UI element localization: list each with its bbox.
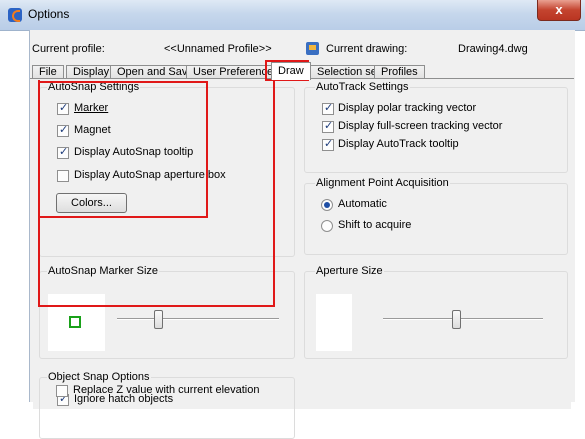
polar-tracking-label: Display polar tracking vector xyxy=(338,102,477,114)
title-bar[interactable]: Options x xyxy=(0,0,585,31)
window-title: Options xyxy=(28,7,70,21)
polar-tracking-checkbox[interactable] xyxy=(322,101,334,115)
shift-to-acquire-label: Shift to acquire xyxy=(338,219,412,231)
app-icon xyxy=(8,8,22,22)
automatic-radio[interactable] xyxy=(321,199,333,211)
aperture-size-slider-track[interactable] xyxy=(383,318,543,320)
close-button[interactable]: x xyxy=(537,0,581,21)
current-profile-value: <<Unnamed Profile>> xyxy=(164,43,272,55)
current-profile-label: Current profile: xyxy=(32,43,105,55)
tab-draw[interactable]: Draw xyxy=(271,62,311,80)
shift-to-acquire-radio[interactable] xyxy=(321,220,333,232)
object-snap-options-title: Object Snap Options xyxy=(47,371,151,383)
autotrack-tooltip-label: Display AutoTrack tooltip xyxy=(338,138,459,150)
tab-display[interactable]: Display xyxy=(66,65,117,79)
tab-profiles[interactable]: Profiles xyxy=(374,65,425,79)
drawing-icon xyxy=(306,42,319,55)
automatic-label: Automatic xyxy=(338,198,387,210)
highlight-marker-size xyxy=(38,80,275,307)
replace-z-label: Replace Z value with current elevation xyxy=(73,384,260,396)
marker-size-slider-thumb[interactable] xyxy=(154,310,163,329)
snap-marker-icon xyxy=(69,316,81,328)
alignment-point-title: Alignment Point Acquisition xyxy=(315,177,450,189)
aperture-size-slider-thumb[interactable] xyxy=(452,310,461,329)
tab-file[interactable]: File xyxy=(32,65,64,79)
fullscreen-tracking-label: Display full-screen tracking vector xyxy=(338,120,503,132)
current-drawing-label: Current drawing: xyxy=(326,43,408,55)
autotrack-settings-title: AutoTrack Settings xyxy=(315,81,410,93)
options-dialog: Options x Current profile: <<Unnamed Pro… xyxy=(0,0,585,439)
current-drawing-value: Drawing4.dwg xyxy=(458,43,528,55)
aperture-size-preview xyxy=(316,294,352,351)
marker-size-slider-track[interactable] xyxy=(117,318,279,320)
aperture-size-title: Aperture Size xyxy=(315,265,384,277)
replace-z-checkbox[interactable] xyxy=(56,385,68,397)
autotrack-tooltip-checkbox[interactable] xyxy=(322,137,334,151)
fullscreen-tracking-checkbox[interactable] xyxy=(322,119,334,133)
